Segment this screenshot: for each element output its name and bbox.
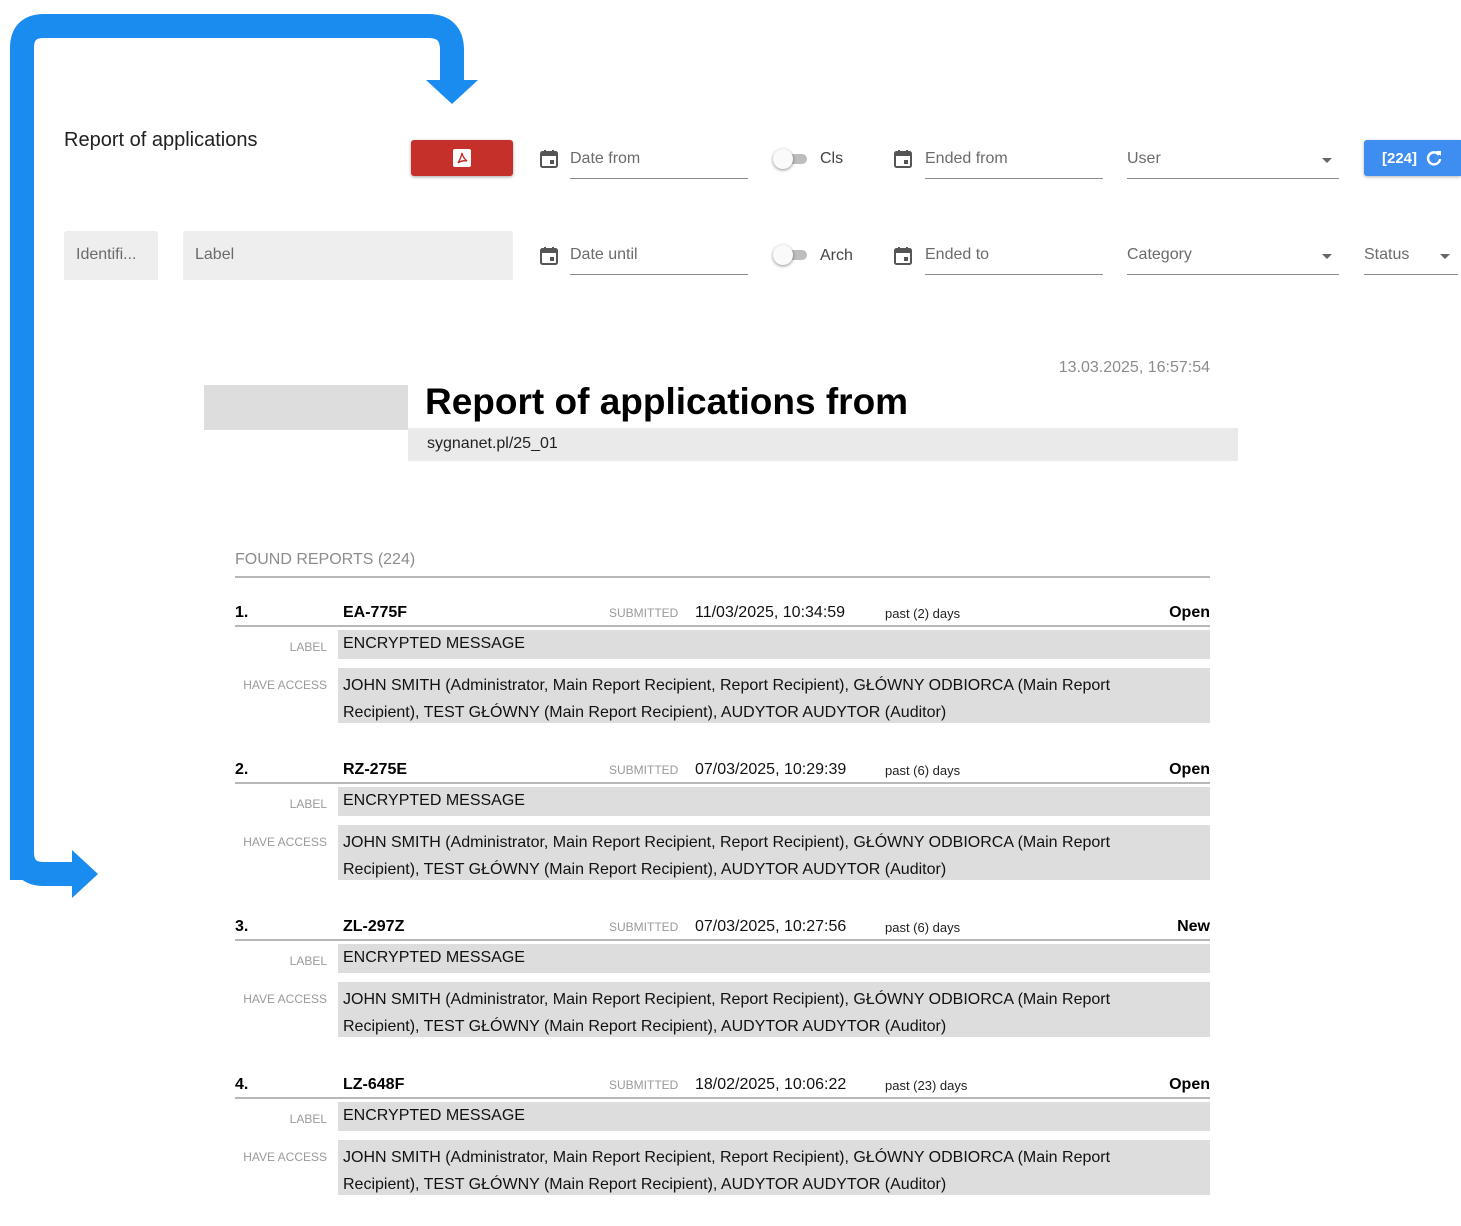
date-from-label: Date from	[570, 150, 641, 167]
entry-number: 1.	[235, 604, 249, 621]
category-label: Category	[1127, 246, 1192, 263]
calendar-icon[interactable]	[539, 246, 559, 266]
access-value: JOHN SMITH (Administrator, Main Report R…	[343, 834, 1111, 878]
entry-id: ZL-297Z	[343, 918, 405, 935]
export-pdf-button[interactable]	[411, 140, 513, 176]
ended-to-label: Ended to	[925, 246, 990, 263]
date-until-input[interactable]: Date until	[570, 236, 748, 275]
elapsed-days: past (23) days	[885, 1078, 968, 1093]
entry-number: 4.	[235, 1076, 249, 1093]
access-caption: HAVE ACCESS	[243, 992, 327, 1006]
access-value-box: JOHN SMITH (Administrator, Main Report R…	[338, 825, 1210, 880]
status-badge: Open	[1169, 1076, 1210, 1093]
label-value: ENCRYPTED MESSAGE	[343, 949, 525, 966]
calendar-icon[interactable]	[893, 149, 913, 169]
divider	[235, 1097, 1210, 1099]
access-caption: HAVE ACCESS	[243, 835, 327, 849]
submitted-caption: SUBMITTED	[609, 763, 679, 777]
submitted-date: 18/02/2025, 10:06:22	[695, 1076, 847, 1093]
divider	[235, 576, 1210, 578]
ended-from-label: Ended from	[925, 150, 1008, 167]
report-entry: 1. EA-775F SUBMITTED 11/03/2025, 10:34:5…	[235, 604, 1210, 754]
refresh-count: [224]	[1381, 149, 1418, 167]
label-value-box: ENCRYPTED MESSAGE	[338, 630, 1210, 659]
access-value-box: JOHN SMITH (Administrator, Main Report R…	[338, 1140, 1210, 1195]
cls-label: Cls	[820, 150, 844, 167]
report-title: Report of applications from	[425, 381, 909, 422]
label-value: ENCRYPTED MESSAGE	[343, 1107, 525, 1124]
entry-id: RZ-275E	[343, 761, 408, 778]
pdf-icon	[453, 149, 471, 167]
access-value-box: JOHN SMITH (Administrator, Main Report R…	[338, 668, 1210, 723]
calendar-icon[interactable]	[539, 149, 559, 169]
arch-toggle[interactable]	[773, 245, 809, 265]
date-from-input[interactable]: Date from	[570, 140, 748, 179]
submitted-caption: SUBMITTED	[609, 606, 679, 620]
report-timestamp: 13.03.2025, 16:57:54	[1058, 359, 1210, 376]
chevron-down-icon	[1440, 254, 1450, 259]
entry-id: LZ-648F	[343, 1076, 405, 1093]
report-header-block	[204, 385, 408, 430]
label-caption: LABEL	[289, 640, 327, 654]
label-input[interactable]: Label	[183, 231, 513, 280]
elapsed-days: past (6) days	[885, 920, 961, 935]
entry-id: EA-775F	[343, 604, 408, 621]
label-value-box: ENCRYPTED MESSAGE	[338, 944, 1210, 973]
label-value: ENCRYPTED MESSAGE	[343, 792, 525, 809]
access-value: JOHN SMITH (Administrator, Main Report R…	[343, 677, 1111, 721]
report-entry: 2. RZ-275E SUBMITTED 07/03/2025, 10:29:3…	[235, 761, 1210, 911]
submitted-date: 11/03/2025, 10:34:59	[695, 604, 846, 621]
entry-number: 3.	[235, 918, 249, 935]
label-placeholder: Label	[195, 246, 235, 263]
refresh-button[interactable]: [224]	[1364, 140, 1461, 176]
access-value: JOHN SMITH (Administrator, Main Report R…	[343, 991, 1111, 1035]
ended-from-input[interactable]: Ended from	[925, 140, 1103, 179]
status-badge: Open	[1169, 761, 1210, 778]
label-value-box: ENCRYPTED MESSAGE	[338, 787, 1210, 816]
ended-to-input[interactable]: Ended to	[925, 236, 1103, 275]
arch-label: Arch	[820, 247, 853, 264]
chevron-down-icon	[1322, 158, 1332, 163]
submitted-date: 07/03/2025, 10:27:56	[695, 918, 847, 935]
identifier-input[interactable]: Identifi...	[64, 231, 158, 280]
user-label: User	[1127, 150, 1161, 167]
cls-toggle[interactable]	[773, 149, 809, 169]
access-value-box: JOHN SMITH (Administrator, Main Report R…	[338, 982, 1210, 1037]
report-entry: 4. LZ-648F SUBMITTED 18/02/2025, 10:06:2…	[235, 1076, 1210, 1226]
elapsed-days: past (2) days	[885, 606, 961, 621]
submitted-caption: SUBMITTED	[609, 920, 679, 934]
label-value: ENCRYPTED MESSAGE	[343, 635, 525, 652]
label-caption: LABEL	[289, 797, 327, 811]
found-reports-heading: FOUND REPORTS (224)	[235, 551, 416, 568]
access-caption: HAVE ACCESS	[243, 678, 327, 692]
status-badge: New	[1177, 918, 1210, 935]
divider	[235, 625, 1210, 627]
label-caption: LABEL	[289, 1112, 327, 1126]
status-label: Status	[1364, 246, 1410, 263]
status-select[interactable]: Status	[1364, 236, 1458, 275]
elapsed-days: past (6) days	[885, 763, 961, 778]
divider	[235, 782, 1210, 784]
calendar-icon[interactable]	[893, 246, 913, 266]
access-caption: HAVE ACCESS	[243, 1150, 327, 1164]
user-select[interactable]: User	[1127, 140, 1339, 179]
date-until-label: Date until	[570, 246, 638, 263]
submitted-caption: SUBMITTED	[609, 1078, 679, 1092]
report-subtitle: sygnanet.pl/25_01	[427, 435, 558, 452]
entry-number: 2.	[235, 761, 249, 778]
identifier-placeholder: Identifi...	[76, 246, 137, 263]
category-select[interactable]: Category	[1127, 236, 1339, 275]
label-caption: LABEL	[289, 954, 327, 968]
page-title: Report of applications	[64, 129, 258, 151]
status-badge: Open	[1169, 604, 1210, 621]
label-value-box: ENCRYPTED MESSAGE	[338, 1102, 1210, 1131]
access-value: JOHN SMITH (Administrator, Main Report R…	[343, 1149, 1111, 1193]
report-entry: 3. ZL-297Z SUBMITTED 07/03/2025, 10:27:5…	[235, 918, 1210, 1068]
chevron-down-icon	[1322, 254, 1332, 259]
submitted-date: 07/03/2025, 10:29:39	[695, 761, 847, 778]
refresh-icon	[1426, 151, 1442, 166]
divider	[235, 939, 1210, 941]
